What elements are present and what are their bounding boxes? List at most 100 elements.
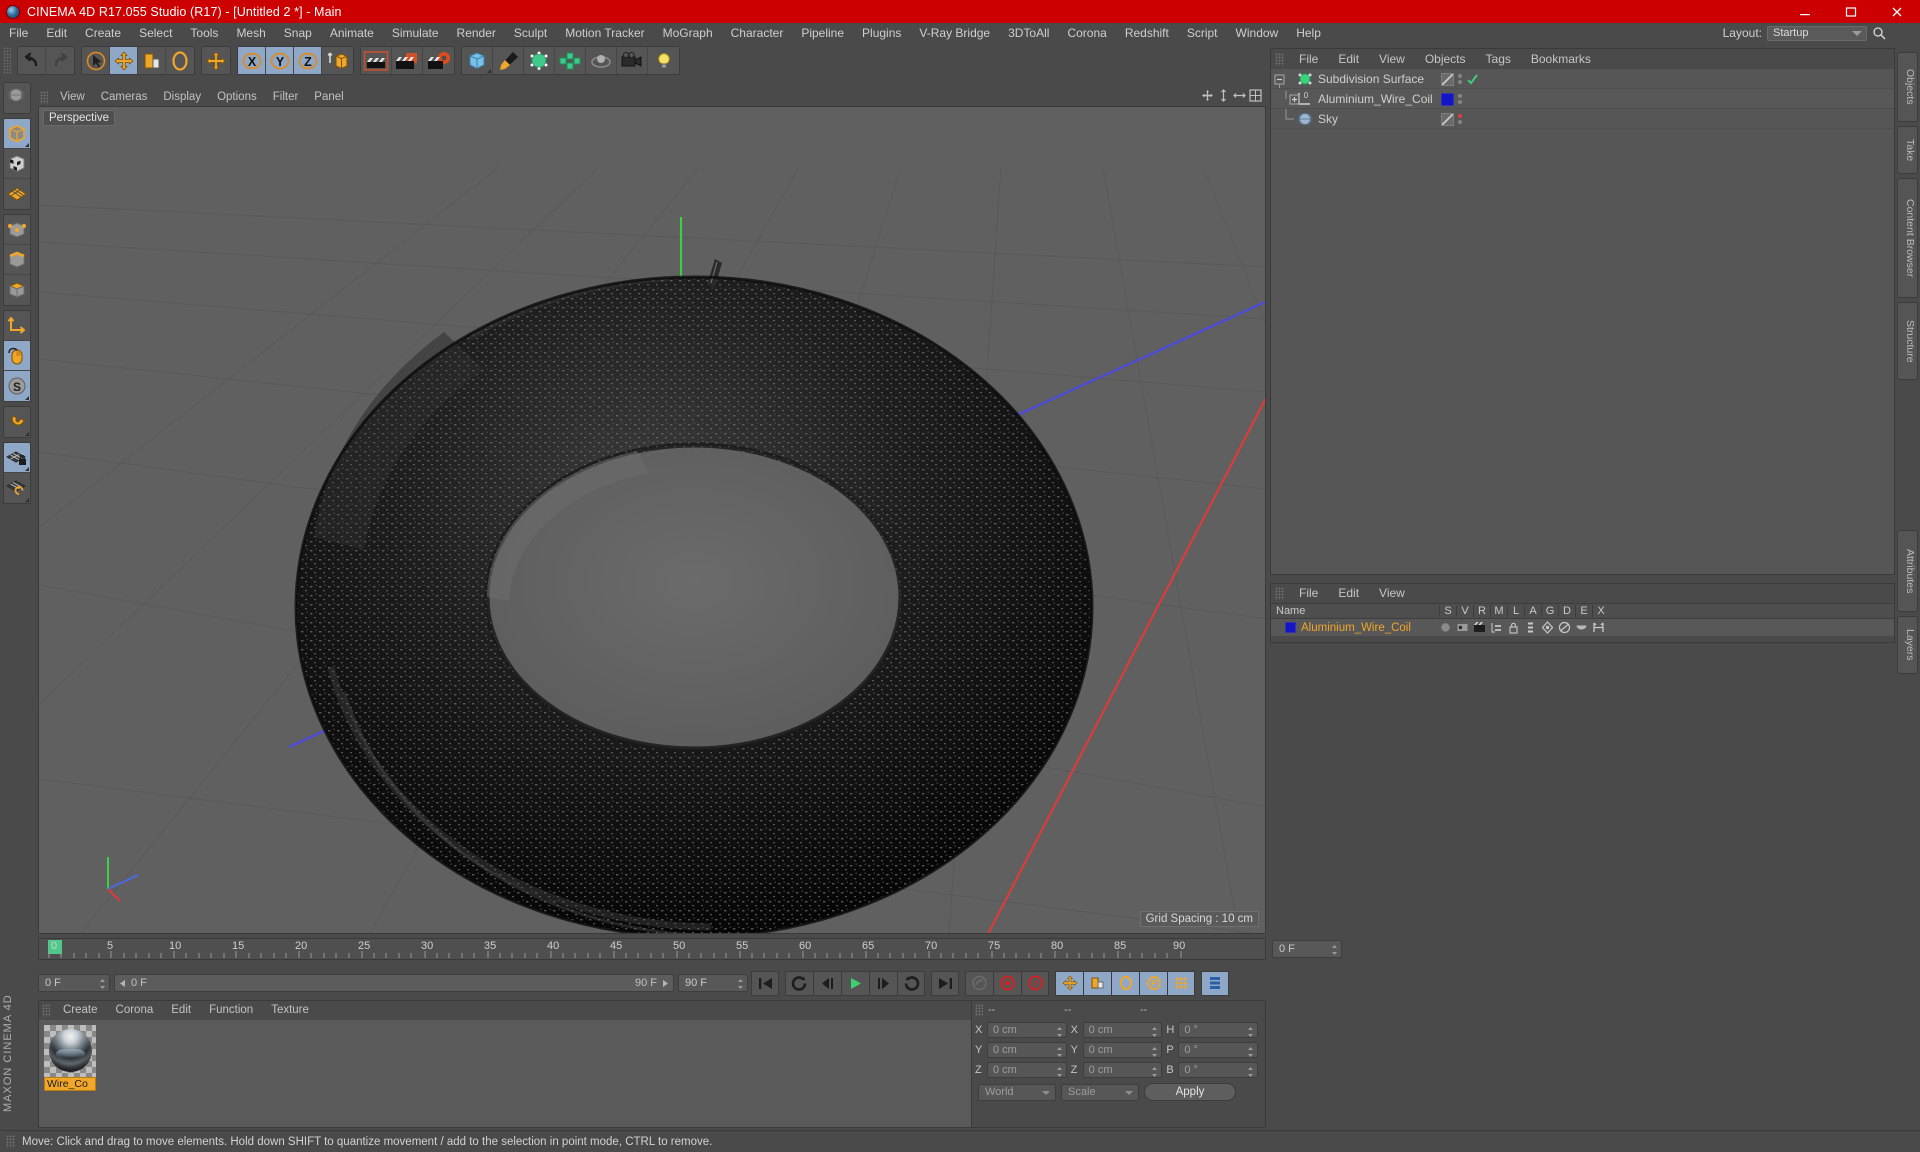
z-axis-lock-icon[interactable]: Z [294,47,322,74]
spinner-icon[interactable] [737,978,744,990]
expression-icon[interactable] [1575,621,1588,634]
object-menu-view[interactable]: View [1369,49,1415,69]
viewport-menu-filter[interactable]: Filter [265,88,307,106]
autokey-link-icon[interactable] [965,970,993,996]
viewport-globe-icon[interactable] [4,83,30,113]
render-view-icon[interactable] [361,47,392,74]
scale-icon[interactable] [138,47,166,74]
close-icon[interactable] [1874,0,1920,23]
spinner-icon[interactable] [1056,1046,1063,1058]
object-manager-grip[interactable] [1275,52,1284,66]
axis-modify-icon[interactable] [4,311,30,341]
xref-icon[interactable] [1592,621,1605,634]
rotate-icon[interactable] [166,47,194,74]
spinner-icon[interactable] [1151,1046,1158,1058]
material-menu-edit[interactable]: Edit [162,1001,200,1020]
menu-item-edit[interactable]: Edit [37,23,76,43]
menu-item-3dtoall[interactable]: 3DToAll [999,23,1058,43]
spinner-icon[interactable] [1056,1026,1063,1038]
material-name[interactable]: Wire_Co [44,1077,96,1091]
spinner-icon[interactable] [1331,944,1338,956]
coord-pos-y-input[interactable]: 0 cm [987,1041,1067,1058]
viewport-rotate-icon[interactable] [1233,89,1246,102]
viewport-grip[interactable] [40,90,48,104]
coord-rot-b-input[interactable]: 0 ° [1178,1061,1259,1078]
play-forward-icon[interactable] [841,970,869,996]
timeline-end-field[interactable]: 0 F [1272,940,1342,958]
material-list[interactable]: Wire_Co [39,1020,992,1127]
array-deformer-icon[interactable] [555,47,586,74]
key-rotation-icon[interactable] [1111,970,1139,996]
menu-item-window[interactable]: Window [1227,23,1288,43]
preview-end-field[interactable]: 90 F [678,974,748,992]
menu-item-sculpt[interactable]: Sculpt [505,23,556,43]
coordinate-system-dropdown[interactable]: World [978,1083,1056,1101]
object-menu-tags[interactable]: Tags [1476,49,1521,69]
material-menu-texture[interactable]: Texture [262,1001,318,1020]
manager-icon[interactable] [1490,621,1503,634]
key-parameter-icon[interactable]: P [1139,970,1167,996]
layer-col-x[interactable]: X [1592,605,1609,617]
camera-icon[interactable] [617,47,648,74]
layer-col-m[interactable]: M [1490,605,1507,617]
coord-pos-z-input[interactable]: 0 cm [987,1061,1067,1078]
layer-manager-grip[interactable] [1275,587,1284,600]
spline-pen-icon[interactable] [493,47,524,74]
deformer-icon[interactable] [1558,621,1571,634]
generator-icon[interactable] [1541,621,1554,634]
world-object-axis-icon[interactable] [322,47,353,74]
material-item[interactable]: Wire_Co [44,1025,96,1091]
redo-icon[interactable] [46,47,74,74]
timeline-ruler[interactable]: 0 5 10 15 20 25 30 35 40 45 50 55 60 65 … [38,938,1266,960]
dock-tab-attributes[interactable]: Attributes [1897,530,1918,612]
viewport-move-icon[interactable] [1201,89,1214,102]
enabled-check-icon[interactable] [1466,73,1479,86]
coord-rot-h-input[interactable]: 0 ° [1178,1021,1259,1038]
menu-item-vray-bridge[interactable]: V-Ray Bridge [910,23,999,43]
object-menu-bookmarks[interactable]: Bookmarks [1521,49,1601,69]
visibility-tag-icon[interactable] [1441,72,1454,86]
dock-tab-structure[interactable]: Structure [1897,302,1918,380]
visibility-dots-icon[interactable] [1458,74,1462,84]
y-axis-lock-icon[interactable]: Y [266,47,294,74]
material-menu-corona[interactable]: Corona [107,1001,163,1020]
dock-tab-take[interactable]: Take [1897,126,1918,174]
timeline-settings-icon[interactable] [1201,970,1229,996]
spinner-icon[interactable] [1247,1046,1254,1058]
layer-name-cell[interactable]: Aluminium_Wire_Coil [1271,622,1439,634]
lock-icon[interactable] [1507,621,1520,634]
snap-lock-icon[interactable] [4,443,30,473]
menu-item-character[interactable]: Character [722,23,793,43]
autokeying-icon[interactable]: ? [1021,970,1049,996]
render-to-picture-viewer-icon[interactable] [392,47,423,74]
loop-icon[interactable] [897,970,925,996]
coord-size-y-input[interactable]: 0 cm [1082,1041,1163,1058]
render-settings-icon[interactable] [423,47,454,74]
menu-item-help[interactable]: Help [1287,23,1330,43]
viewport-menu-panel[interactable]: Panel [306,88,351,106]
viewport-menu-display[interactable]: Display [155,88,209,106]
workplane-rotate-icon[interactable] [4,473,30,503]
scene-object-icon[interactable] [586,47,617,74]
object-row-sky[interactable]: Sky [1271,108,1894,129]
menu-item-corona[interactable]: Corona [1058,23,1115,43]
layer-menu-edit[interactable]: Edit [1328,584,1369,603]
material-manager-grip[interactable] [42,1004,50,1017]
spinner-icon[interactable] [99,978,106,990]
select-cursor-icon[interactable] [82,47,110,74]
material-menu-create[interactable]: Create [54,1001,107,1020]
object-tree[interactable]: Subdivision Surface 0 Aluminium_Wire_Coi… [1271,69,1894,574]
go-to-start-icon[interactable] [751,970,779,996]
model-mode-icon[interactable] [4,119,30,149]
object-row-aluminium-wire-coil[interactable]: 0 Aluminium_Wire_Coil [1271,89,1894,109]
status-bar-grip[interactable] [6,1135,15,1148]
cube-primitive-icon[interactable] [462,47,493,74]
undo-icon[interactable] [18,47,46,74]
dock-tab-layers[interactable]: Layers [1897,616,1918,674]
menu-item-tools[interactable]: Tools [181,23,227,43]
material-menu-function[interactable]: Function [200,1001,262,1020]
spinner-icon[interactable] [1247,1026,1254,1038]
visibility-dots-icon[interactable] [1458,114,1462,124]
step-back-icon[interactable] [813,970,841,996]
visibility-dots-icon[interactable] [1458,94,1462,104]
